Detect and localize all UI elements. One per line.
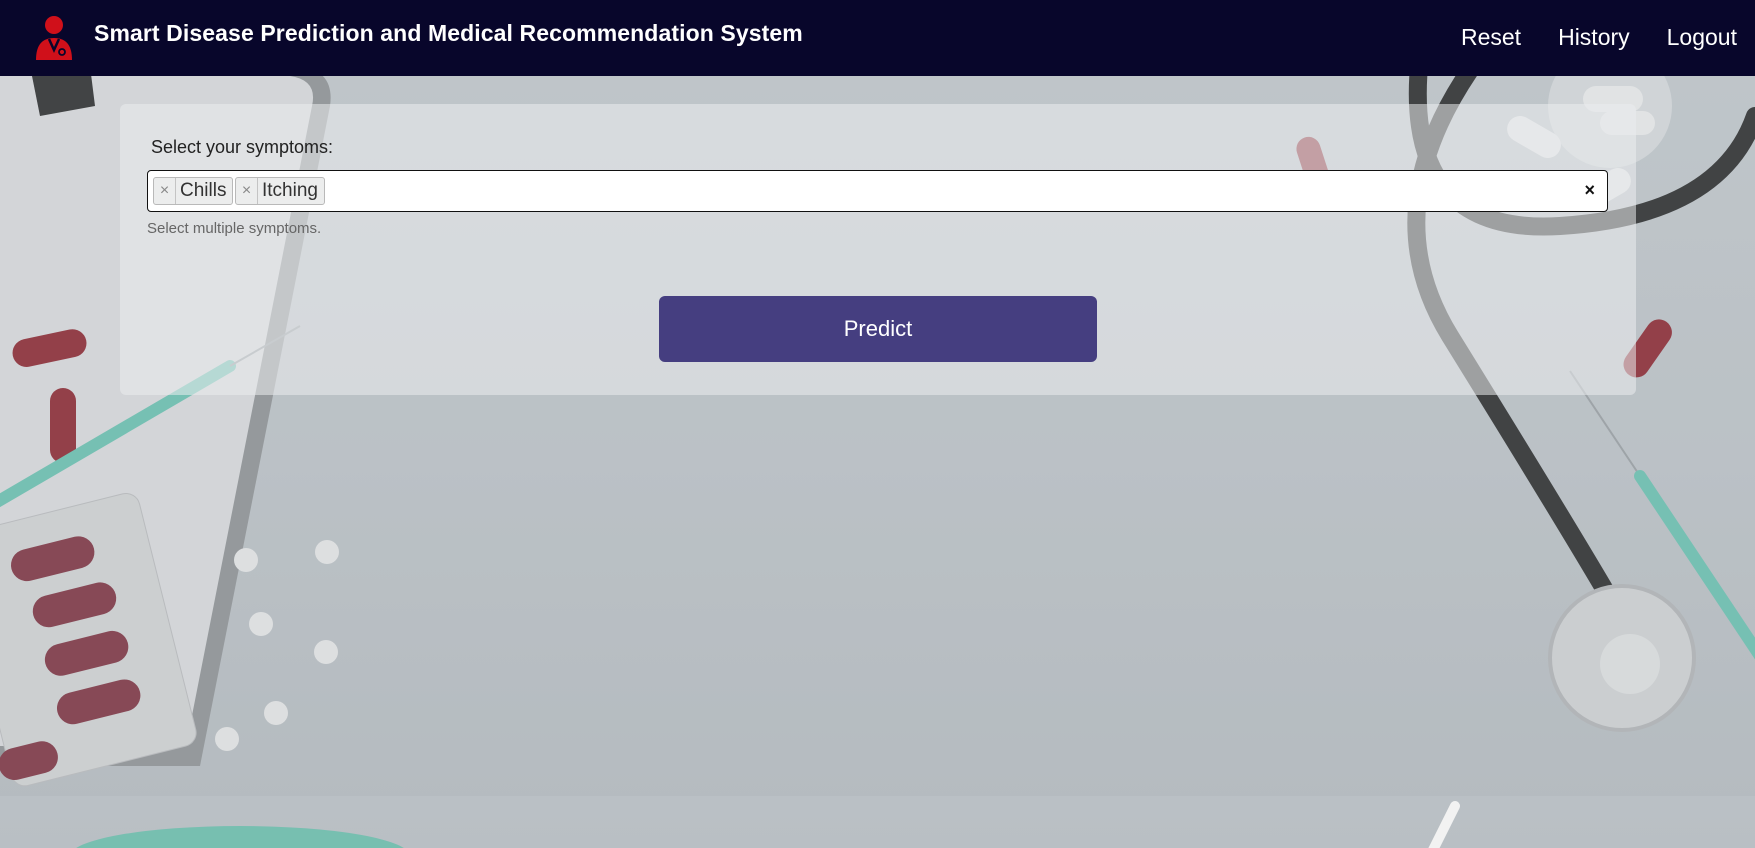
symptom-tag: × Itching bbox=[235, 177, 325, 205]
top-navbar: Smart Disease Prediction and Medical Rec… bbox=[0, 0, 1755, 76]
help-text: Select multiple symptoms. bbox=[147, 220, 322, 237]
predict-button[interactable]: Predict bbox=[659, 296, 1097, 362]
nav-history-link[interactable]: History bbox=[1558, 24, 1630, 51]
symptom-tag-label: Chills bbox=[180, 180, 227, 201]
nav-logout-link[interactable]: Logout bbox=[1667, 24, 1737, 51]
symptoms-multiselect[interactable]: × Chills × Itching × bbox=[147, 170, 1608, 212]
symptom-tag: × Chills bbox=[153, 177, 234, 205]
nav-links: Reset History Logout bbox=[1461, 24, 1737, 51]
nav-reset-link[interactable]: Reset bbox=[1461, 24, 1521, 51]
clear-all-icon[interactable]: × bbox=[1584, 180, 1595, 201]
app-title: Smart Disease Prediction and Medical Rec… bbox=[94, 20, 803, 46]
doctor-icon bbox=[36, 16, 72, 60]
symptom-form-card: Select your symptoms: × Chills × Itching… bbox=[120, 104, 1636, 395]
remove-tag-icon[interactable]: × bbox=[154, 178, 176, 204]
remove-tag-icon[interactable]: × bbox=[236, 178, 258, 204]
symptom-tag-label: Itching bbox=[262, 180, 318, 201]
symptoms-label: Select your symptoms: bbox=[151, 137, 334, 157]
